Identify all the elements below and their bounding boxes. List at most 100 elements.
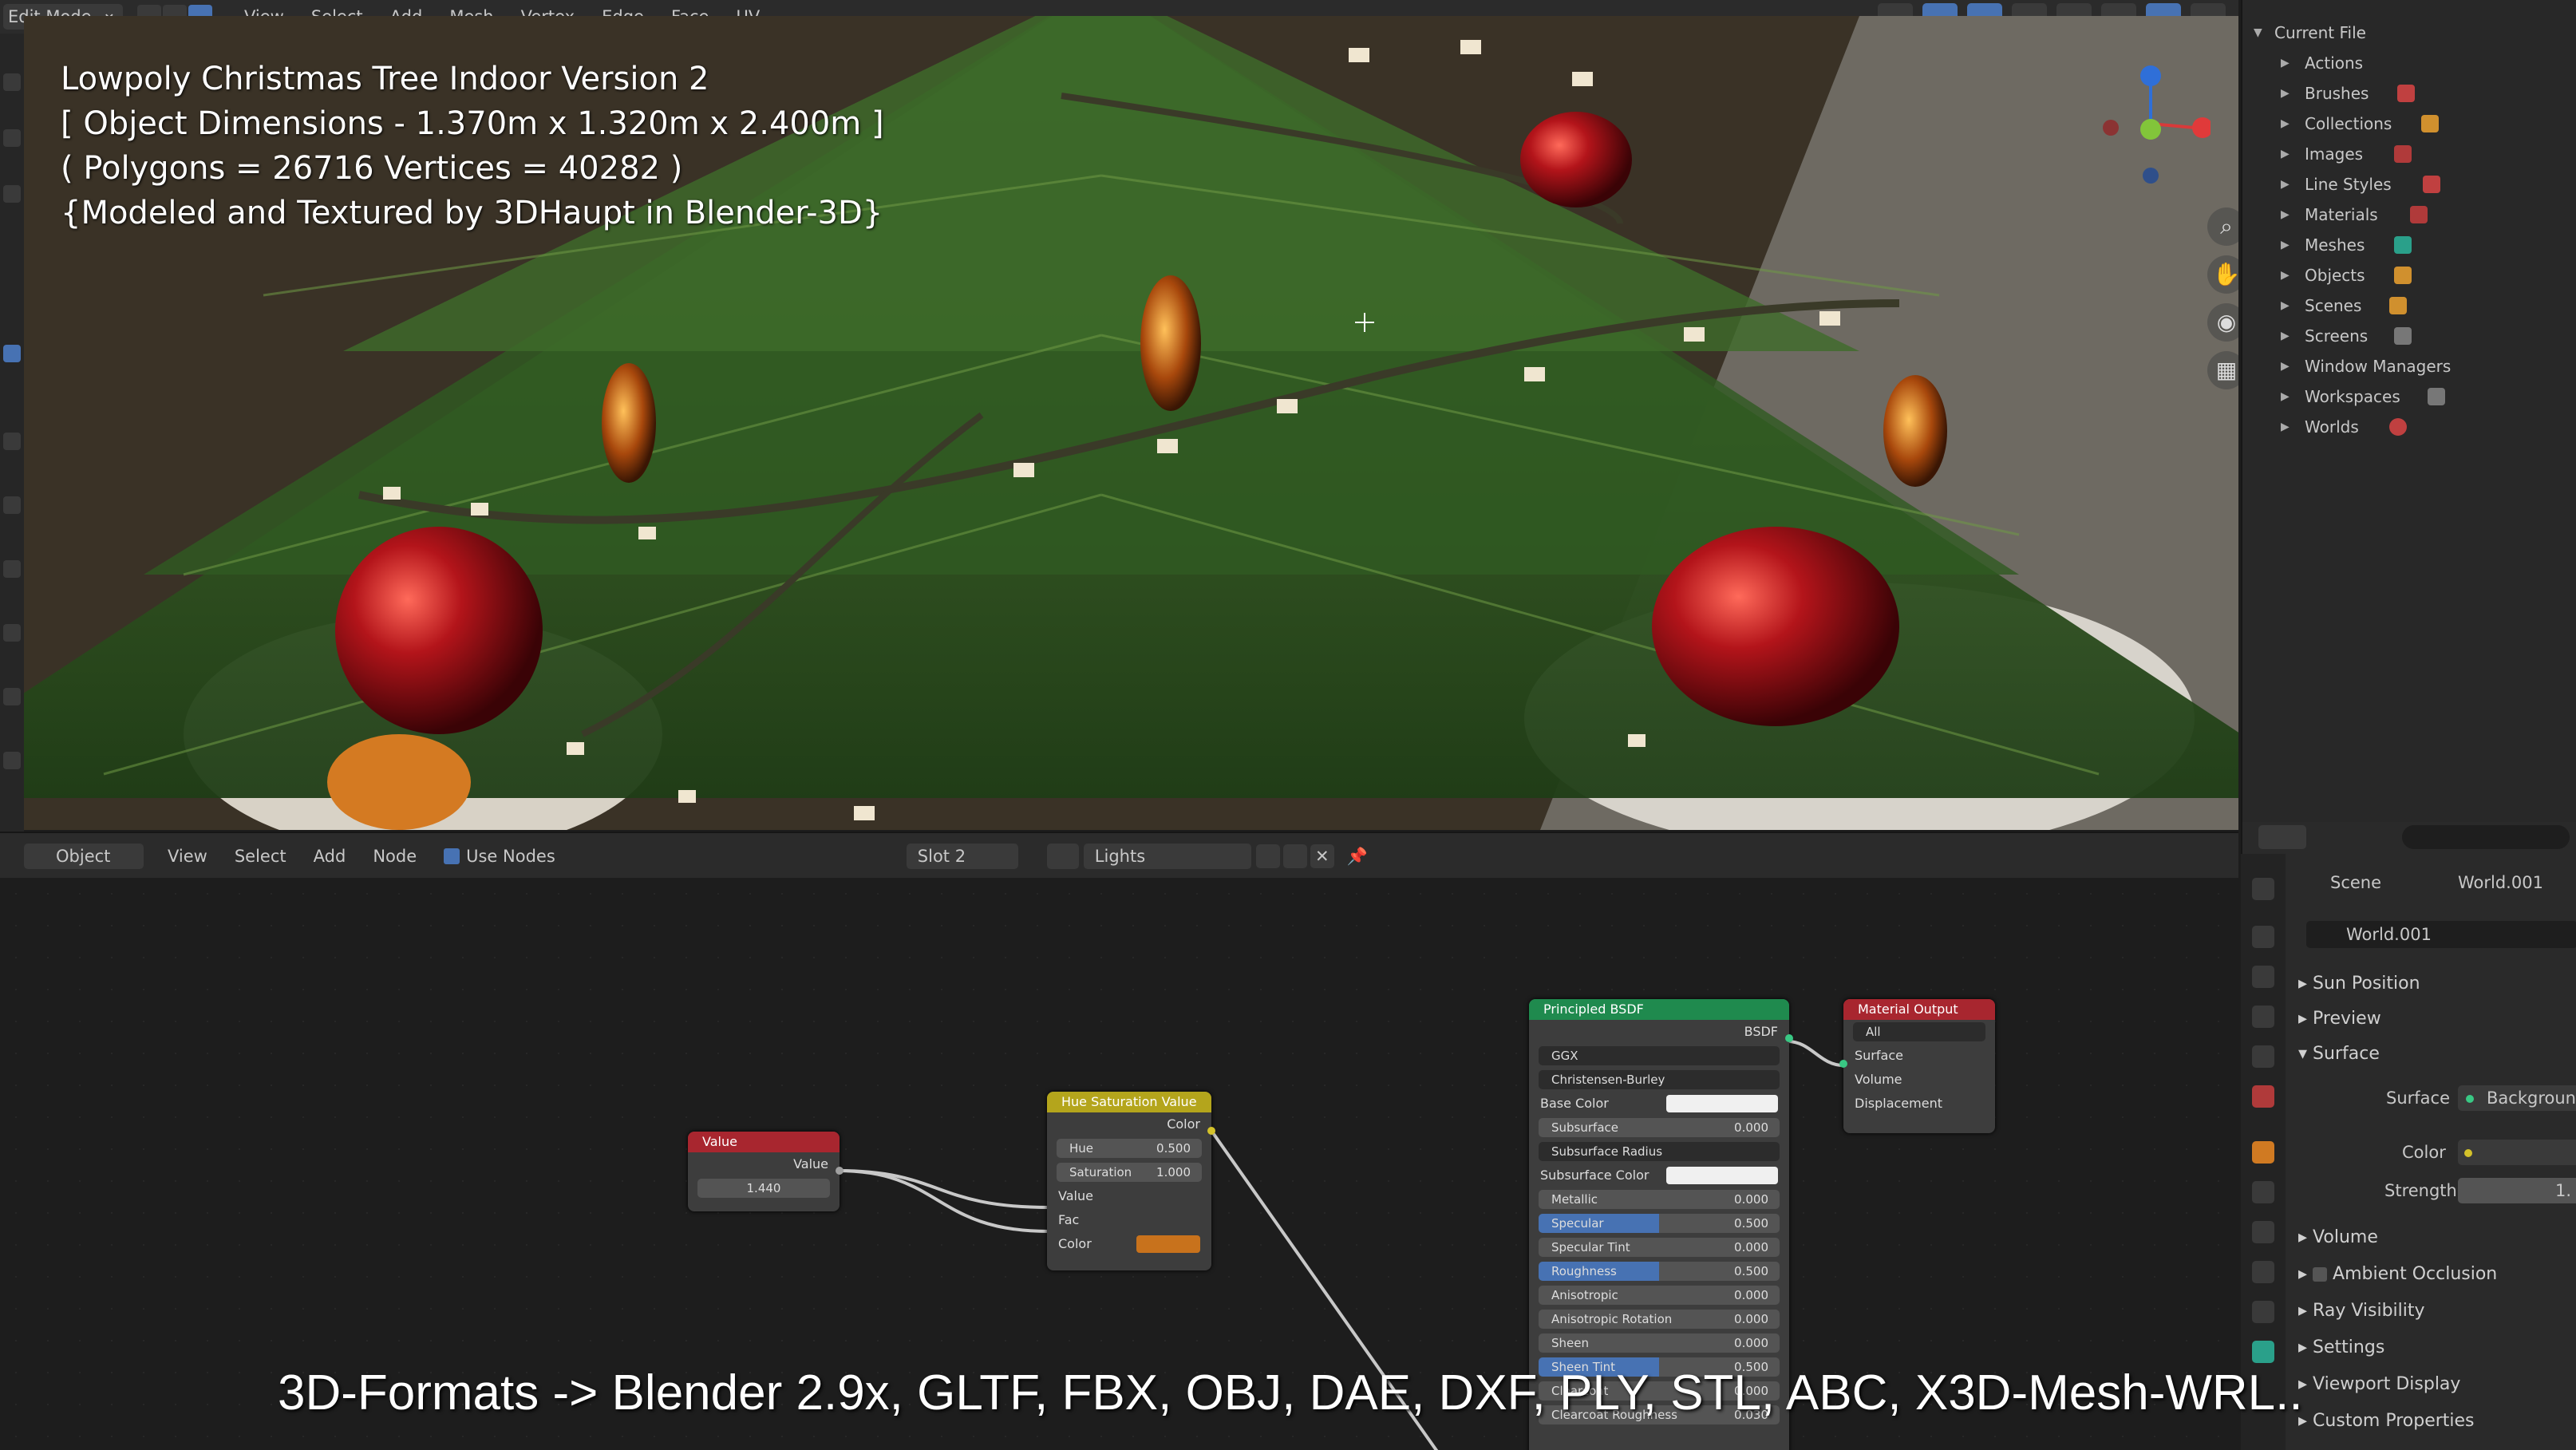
3d-viewport[interactable]: Lowpoly Christmas Tree Indoor Version 2 … bbox=[24, 16, 2238, 830]
data-tab-icon[interactable] bbox=[2252, 1341, 2274, 1363]
value-output-socket[interactable] bbox=[836, 1167, 844, 1175]
annotate-icon[interactable] bbox=[3, 433, 21, 450]
outliner-item-actions[interactable]: ▶ Actions bbox=[2242, 48, 2576, 78]
world-icon bbox=[2389, 418, 2407, 436]
tool-tab-icon[interactable] bbox=[2252, 878, 2274, 900]
physics-tab-icon[interactable] bbox=[2252, 1261, 2274, 1283]
measure-icon[interactable] bbox=[3, 496, 21, 514]
strength-field[interactable]: 1. bbox=[2458, 1178, 2576, 1203]
particles-tab-icon[interactable] bbox=[2252, 1221, 2274, 1243]
section-surface[interactable]: ▾ Surface bbox=[2298, 1044, 2380, 1064]
outliner-item-scenes[interactable]: ▶ Scenes bbox=[2242, 290, 2576, 321]
value-field[interactable]: 1.440 bbox=[697, 1179, 830, 1198]
outliner-item-line-styles[interactable]: ▶ Line Styles bbox=[2242, 169, 2576, 200]
expand-right-icon: ▶ bbox=[2281, 117, 2290, 130]
duplicate-icon[interactable] bbox=[1282, 844, 1307, 868]
section-custom-properties[interactable]: ▸ Custom Properties bbox=[2298, 1411, 2475, 1431]
color-field[interactable] bbox=[2458, 1140, 2576, 1165]
hsv-output-label: Color bbox=[1167, 1116, 1200, 1132]
section-sun-position[interactable]: ▸ Sun Position bbox=[2298, 974, 2420, 994]
output-tab-icon[interactable] bbox=[2252, 966, 2274, 988]
hue-field[interactable]: Hue 0.500 bbox=[1057, 1139, 1202, 1158]
editor-type-icon[interactable] bbox=[2258, 825, 2306, 849]
mesh-icon bbox=[2394, 236, 2412, 254]
outliner-item-materials[interactable]: ▶ Materials bbox=[2242, 200, 2576, 230]
section-ambient-occlusion[interactable]: ▸ Ambient Occlusion bbox=[2298, 1264, 2497, 1284]
node-menu-select[interactable]: Select bbox=[235, 847, 286, 866]
hue-saturation-value-node[interactable]: Hue Saturation Value Color Hue 0.500 Satu… bbox=[1047, 1092, 1215, 1270]
surface-shader-select[interactable]: Background bbox=[2458, 1085, 2576, 1111]
outliner-item-meshes[interactable]: ▶ Meshes bbox=[2242, 230, 2576, 260]
section-ray-visibility[interactable]: ▸ Ray Visibility bbox=[2298, 1301, 2425, 1321]
outliner-item-screens[interactable]: ▶ Screens bbox=[2242, 321, 2576, 351]
outliner-item-brushes[interactable]: ▶ Brushes bbox=[2242, 78, 2576, 109]
base-color-swatch[interactable] bbox=[1666, 1095, 1778, 1112]
expand-right-icon: ▶ bbox=[2281, 87, 2290, 100]
bevel-icon[interactable] bbox=[3, 688, 21, 705]
scene-tab-icon[interactable] bbox=[2252, 1045, 2274, 1068]
breadcrumb-scene: Scene bbox=[2330, 873, 2382, 892]
loop-cut-icon[interactable] bbox=[3, 752, 21, 769]
value-field-row: 1.440 bbox=[688, 1176, 840, 1200]
use-nodes-checkbox[interactable] bbox=[444, 848, 460, 864]
outliner-item-window-managers[interactable]: ▶ Window Managers bbox=[2242, 351, 2576, 381]
hsv-input-value: Value bbox=[1058, 1188, 1093, 1203]
node-menu-view[interactable]: View bbox=[168, 847, 207, 866]
transform-icon[interactable] bbox=[3, 345, 21, 362]
object-tab-icon[interactable] bbox=[2252, 1141, 2274, 1164]
move-icon[interactable] bbox=[3, 185, 21, 203]
world-tab-icon[interactable] bbox=[2252, 1085, 2274, 1108]
section-settings[interactable]: ▸ Settings bbox=[2298, 1337, 2384, 1357]
subsurface-method-select[interactable]: Christensen-Burley bbox=[1539, 1070, 1780, 1089]
color-label: Color bbox=[2402, 1143, 2446, 1162]
hsv-node-header: Hue Saturation Value bbox=[1047, 1092, 1211, 1112]
node-menu-add[interactable]: Add bbox=[314, 847, 346, 866]
outliner-item-collections[interactable]: ▶ Collections bbox=[2242, 109, 2576, 139]
constraints-tab-icon[interactable] bbox=[2252, 1301, 2274, 1323]
hsv-input-color-row: Color bbox=[1047, 1232, 1211, 1256]
ao-checkbox[interactable] bbox=[2313, 1267, 2328, 1282]
expand-down-icon: ▼ bbox=[2254, 26, 2262, 39]
outliner-item-images[interactable]: ▶ Images bbox=[2242, 139, 2576, 169]
bsdf-output-socket[interactable] bbox=[1785, 1034, 1793, 1042]
unlink-close-icon[interactable]: ✕ bbox=[1310, 844, 1334, 868]
overlay-credit: {Modeled and Textured by 3DHaupt in Blen… bbox=[61, 195, 883, 231]
fake-user-icon[interactable] bbox=[1255, 844, 1280, 868]
outliner-item-objects[interactable]: ▶ Objects bbox=[2242, 260, 2576, 290]
section-volume[interactable]: ▸ Volume bbox=[2298, 1227, 2378, 1247]
modifier-tab-icon[interactable] bbox=[2252, 1181, 2274, 1203]
properties-search-input[interactable] bbox=[2402, 825, 2570, 849]
hsv-color-swatch[interactable] bbox=[1136, 1235, 1200, 1253]
subsurface-color-swatch[interactable] bbox=[1666, 1167, 1778, 1184]
outliner-item-workspaces[interactable]: ▶ Workspaces bbox=[2242, 381, 2576, 412]
render-tab-icon[interactable] bbox=[2252, 926, 2274, 948]
expand-right-icon: ▶ bbox=[2281, 178, 2290, 191]
section-viewport-display[interactable]: ▸ Viewport Display bbox=[2298, 1374, 2460, 1394]
world-datablock-field[interactable]: World.001 bbox=[2306, 921, 2576, 948]
inset-icon[interactable] bbox=[3, 624, 21, 642]
material-browse-icon[interactable] bbox=[1046, 844, 1079, 869]
distribution-select[interactable]: GGX bbox=[1539, 1046, 1780, 1065]
cursor-icon[interactable] bbox=[3, 129, 21, 147]
output-target-select[interactable]: All bbox=[1853, 1022, 1985, 1041]
node-menu-node[interactable]: Node bbox=[373, 847, 417, 866]
surface-input-socket[interactable] bbox=[1839, 1060, 1847, 1068]
slot-select[interactable]: Slot 2 bbox=[906, 844, 1018, 869]
navigation-gizmo[interactable] bbox=[2091, 64, 2211, 184]
select-box-icon[interactable] bbox=[3, 73, 21, 91]
section-preview[interactable]: ▸ Preview bbox=[2298, 1009, 2381, 1029]
extrude-icon[interactable] bbox=[3, 560, 21, 578]
saturation-field[interactable]: Saturation 1.000 bbox=[1057, 1163, 1202, 1182]
material-output-node[interactable]: Material Output All Surface Volume Displ… bbox=[1839, 999, 1995, 1133]
bsdf-row-subsurface-color: Subsurface Color bbox=[1529, 1164, 1789, 1187]
outliner-current-file[interactable]: ▼ Current File bbox=[2242, 18, 2576, 48]
object-type-select[interactable]: Object bbox=[24, 844, 144, 869]
expand-right-icon: ▶ bbox=[2281, 390, 2290, 403]
pin-icon[interactable]: 📌 bbox=[1345, 844, 1369, 868]
hsv-input-fac: Fac bbox=[1058, 1212, 1080, 1227]
value-node[interactable]: Value Value 1.440 bbox=[688, 1132, 844, 1211]
view-layer-tab-icon[interactable] bbox=[2252, 1006, 2274, 1028]
outliner-item-worlds[interactable]: ▶ Worlds bbox=[2242, 412, 2576, 442]
material-name-field[interactable]: Lights bbox=[1083, 844, 1251, 869]
hsv-color-output-socket[interactable] bbox=[1207, 1127, 1215, 1135]
